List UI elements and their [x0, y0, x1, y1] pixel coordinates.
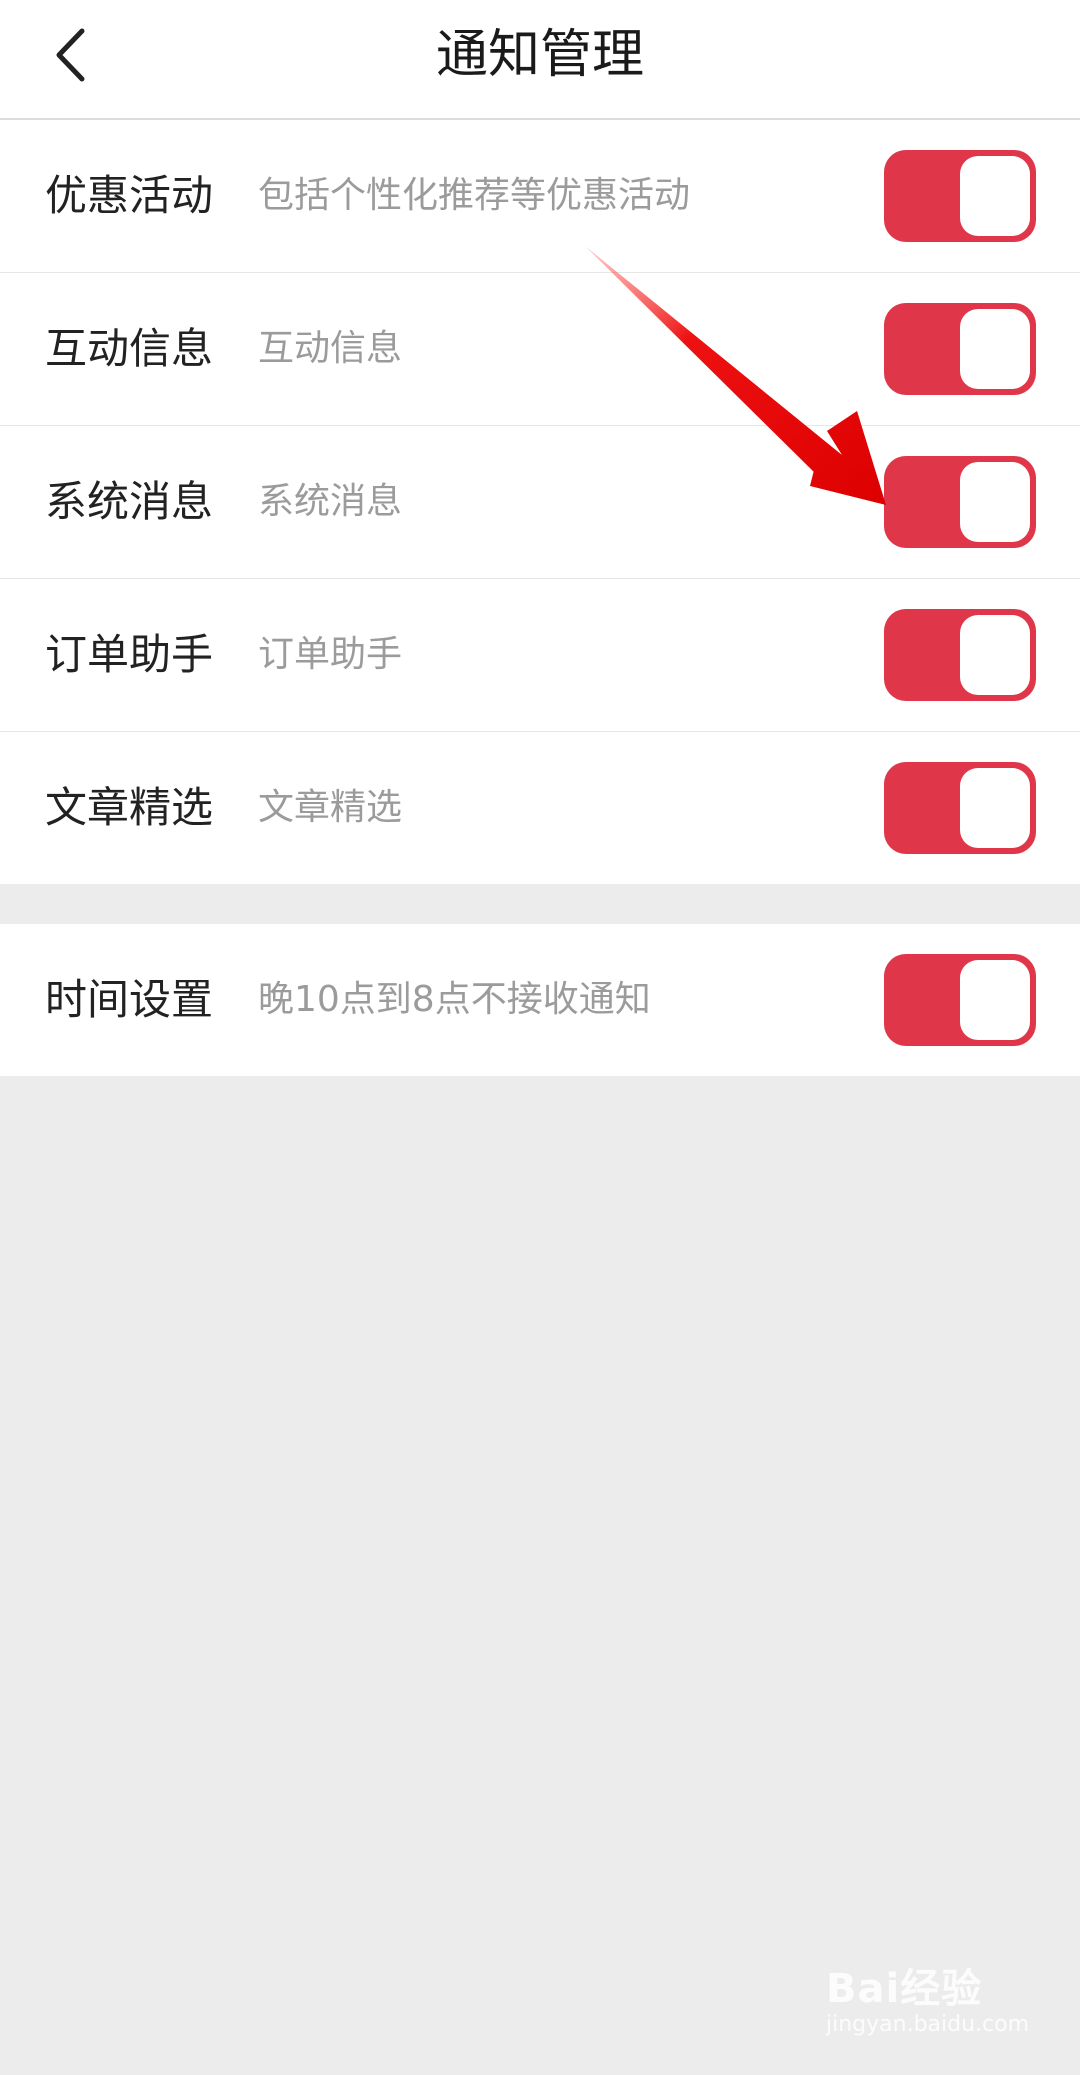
toggle-switch-promotions[interactable]: [884, 150, 1036, 242]
setting-description: 晚10点到8点不接收通知: [258, 979, 651, 1020]
setting-label: 文章精选: [45, 783, 214, 832]
toggle-switch-order-assistant[interactable]: [884, 609, 1036, 701]
toggle-switch-time[interactable]: [884, 954, 1036, 1046]
setting-label: 优惠活动: [45, 171, 214, 220]
notification-settings-list: 优惠活动 包括个性化推荐等优惠活动 互动信息 互动信息 系统消息 系统消息 订单…: [0, 120, 1080, 884]
setting-label: 互动信息: [45, 324, 214, 373]
setting-row-system-messages: 系统消息 系统消息: [0, 426, 1080, 579]
watermark-logo-text: Bai经验: [826, 1966, 983, 2012]
setting-description: 订单助手: [258, 634, 403, 675]
toggle-knob: [960, 768, 1030, 848]
toggle-knob: [960, 309, 1030, 389]
toggle-switch-featured-articles[interactable]: [884, 762, 1036, 854]
setting-row-featured-articles: 文章精选 文章精选: [0, 732, 1080, 884]
watermark-url: jingyan.baidu.com: [826, 2012, 1030, 2037]
setting-description: 互动信息: [258, 328, 403, 369]
toggle-knob: [960, 960, 1030, 1040]
setting-label: 订单助手: [45, 630, 214, 679]
page-title: 通知管理: [435, 25, 644, 85]
setting-description: 包括个性化推荐等优惠活动: [258, 175, 691, 216]
toggle-knob: [960, 462, 1030, 542]
toggle-switch-interactions[interactable]: [884, 303, 1036, 395]
time-settings-group: 时间设置 晚10点到8点不接收通知: [0, 924, 1080, 1076]
setting-description: 系统消息: [258, 481, 403, 522]
toggle-knob: [960, 156, 1030, 236]
app-header: 通知管理: [0, 0, 1080, 120]
setting-row-promotions: 优惠活动 包括个性化推荐等优惠活动: [0, 120, 1080, 273]
baidu-watermark: Bai经验 jingyan.baidu.com: [826, 1956, 1046, 2056]
setting-label: 时间设置: [45, 975, 214, 1024]
setting-row-time: 时间设置 晚10点到8点不接收通知: [0, 924, 1080, 1076]
setting-row-order-assistant: 订单助手 订单助手: [0, 579, 1080, 732]
setting-description: 文章精选: [258, 787, 403, 828]
toggle-switch-system-messages[interactable]: [884, 456, 1036, 548]
setting-label: 系统消息: [45, 477, 214, 526]
setting-row-interactions: 互动信息 互动信息: [0, 273, 1080, 426]
toggle-knob: [960, 615, 1030, 695]
